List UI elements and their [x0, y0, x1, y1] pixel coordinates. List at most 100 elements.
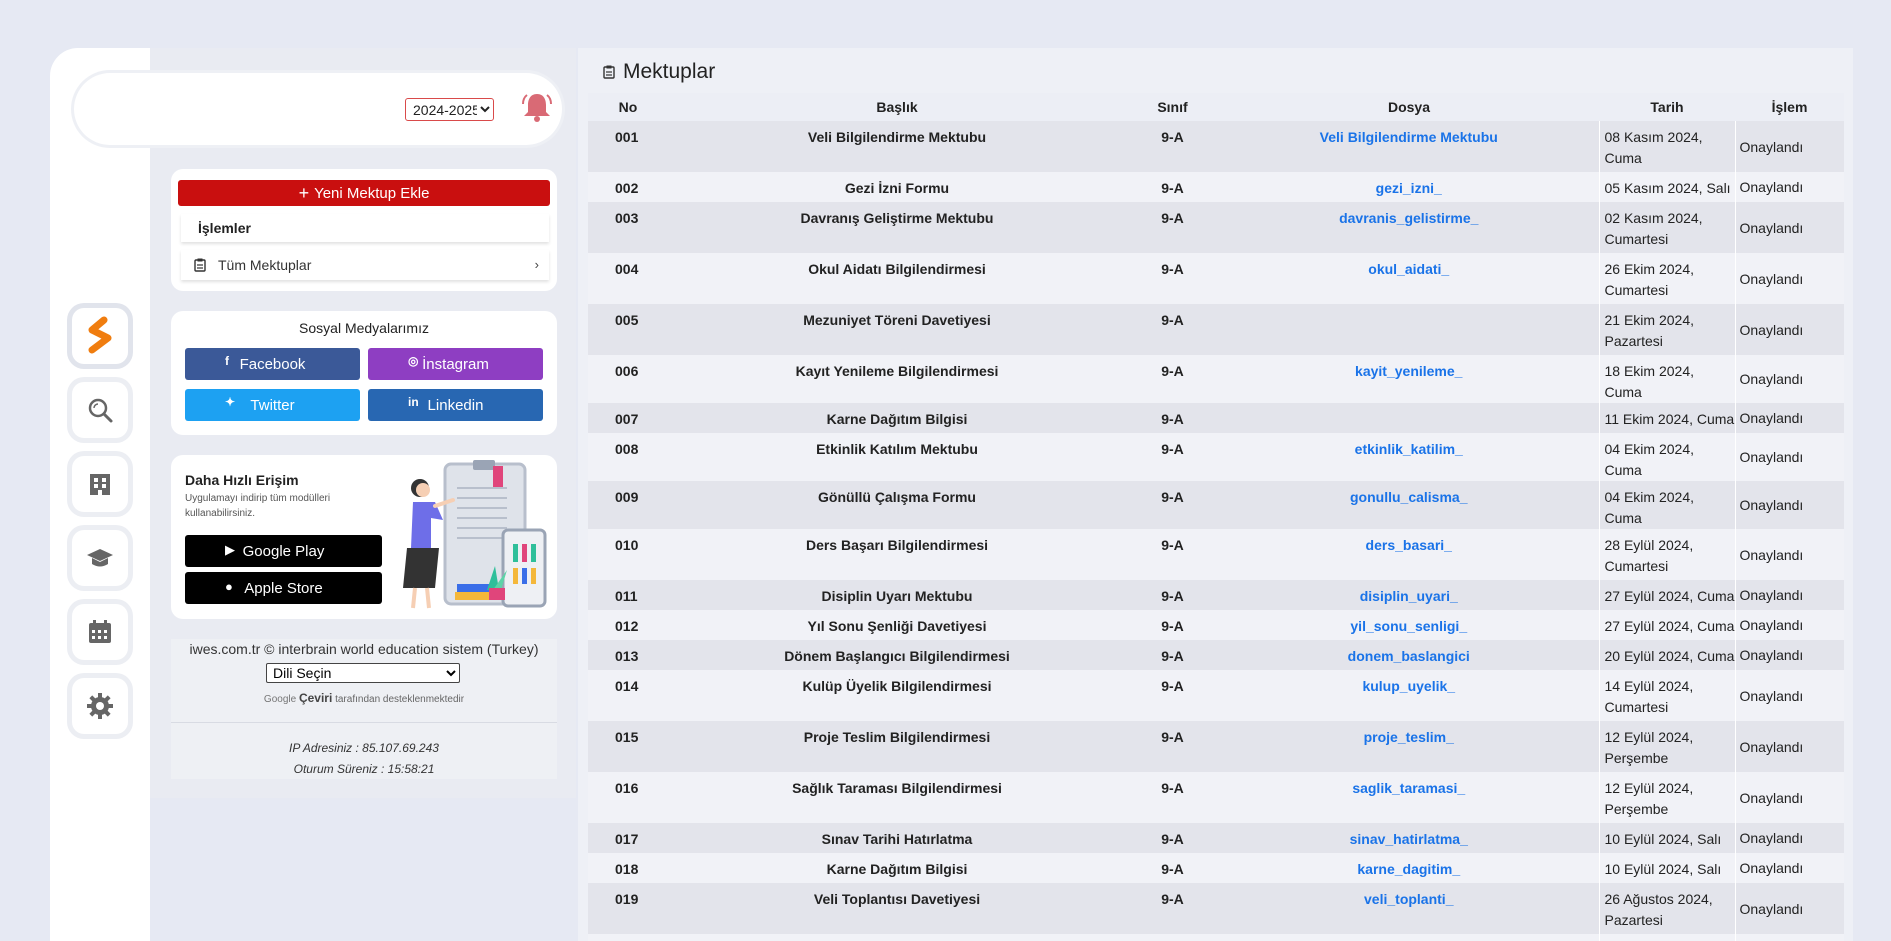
instagram-button[interactable]: ◎ İnstagram	[368, 348, 543, 380]
bell-icon[interactable]	[520, 90, 554, 124]
cell-title: Sağlık Taraması Bilgilendirmesi	[668, 772, 1126, 823]
file-link[interactable]: kayit_yenileme_	[1355, 363, 1462, 379]
date-day: Pazartesi	[1604, 912, 1663, 928]
file-link[interactable]: okul_aidati_	[1368, 261, 1449, 277]
column-header-operation: İşlem	[1735, 93, 1844, 121]
date-line: 26 Ekim 2024,	[1604, 261, 1695, 277]
file-link[interactable]: gezi_izni_	[1376, 180, 1442, 196]
table-row: 019 Veli Toplantısı Davetiyesi 9-A veli_top…	[588, 883, 1844, 934]
cell-date: 18 Ekim 2024, Cuma	[1598, 355, 1735, 403]
cell-file[interactable]: veli_toplanti_	[1219, 883, 1599, 934]
linkedin-button[interactable]: in Linkedin	[368, 389, 543, 421]
twitter-button[interactable]: ✦ Twitter	[185, 389, 360, 421]
cell-date: 05 Kasım 2024, Salı	[1598, 172, 1735, 202]
cell-date: 10 Eylül 2024, Salı	[1598, 853, 1735, 883]
cell-no: 009	[588, 481, 668, 529]
clipboard-icon	[194, 258, 206, 272]
cell-file[interactable]: davranis_gelistirme_	[1219, 202, 1599, 253]
cell-no: 019	[588, 883, 668, 934]
session-time-text: Oturum Süreniz : 15:58:21	[293, 762, 435, 776]
file-link[interactable]: karne_dagitim_	[1357, 861, 1460, 877]
cell-class: 9-A	[1126, 610, 1219, 640]
date-line: 02 Kasım 2024,	[1604, 210, 1703, 226]
social-title: Sosyal Medyalarımız	[299, 320, 429, 336]
apple-icon: ●	[225, 579, 233, 594]
cell-file[interactable]: gezi_izni_	[1219, 172, 1599, 202]
cell-class: 9-A	[1126, 640, 1219, 670]
cell-status: Onaylandı	[1734, 304, 1844, 355]
cell-file[interactable]: kayit_yenileme_	[1219, 355, 1599, 403]
cell-class: 9-A	[1126, 481, 1219, 529]
cell-no: 018	[588, 853, 668, 883]
cell-class: 9-A	[1126, 853, 1219, 883]
rail-building-button[interactable]	[72, 456, 128, 512]
cell-no: 010	[588, 529, 668, 580]
cell-file[interactable]: etkinlik_katilim_	[1219, 433, 1599, 481]
cell-date: 12 Eylül 2024, Perşembe	[1598, 772, 1735, 823]
cell-file[interactable]: gonullu_calisma_	[1219, 481, 1599, 529]
cell-file[interactable]: yil_sonu_senligi_	[1219, 610, 1599, 640]
file-link[interactable]: veli_toplanti_	[1364, 891, 1453, 907]
chevron-right-icon: ›	[534, 257, 539, 272]
calendar-icon	[89, 620, 111, 643]
cell-no: 015	[588, 721, 668, 772]
facebook-button[interactable]: f Facebook	[185, 348, 360, 380]
file-link[interactable]: etkinlik_katilim_	[1355, 441, 1463, 457]
search-icon	[88, 398, 113, 423]
all-letters-menu-item[interactable]: Tüm Mektuplar ›	[181, 250, 549, 280]
file-link[interactable]: gonullu_calisma_	[1350, 489, 1467, 505]
cell-file[interactable]: karne_dagitim_	[1219, 853, 1599, 883]
new-letter-button[interactable]: + Yeni Mektup Ekle	[178, 180, 550, 206]
file-link[interactable]: ders_basari_	[1366, 537, 1452, 553]
cell-file[interactable]: ders_basari_	[1219, 529, 1599, 580]
file-link[interactable]: Veli Bilgilendirme Mektubu	[1320, 129, 1498, 145]
file-link[interactable]: saglik_taramasi_	[1352, 780, 1465, 796]
cell-file[interactable]: saglik_taramasi_	[1219, 772, 1599, 823]
cell-file[interactable]: disiplin_uyari_	[1219, 580, 1599, 610]
language-select[interactable]: Dili Seçin	[266, 663, 460, 683]
rail-calendar-button[interactable]	[72, 604, 128, 660]
file-link[interactable]: yil_sonu_senligi_	[1350, 618, 1467, 634]
table-row: 002 Gezi İzni Formu 9-A gezi_izni_ 05 Kasım …	[588, 172, 1844, 202]
cell-file	[1219, 403, 1599, 433]
table-row: 010 Ders Başarı Bilgilendirmesi 9-A ders_ba…	[588, 529, 1844, 580]
translate-link[interactable]: Çeviri	[299, 691, 332, 705]
file-link[interactable]: davranis_gelistirme_	[1339, 210, 1478, 226]
file-link[interactable]: proje_teslim_	[1364, 729, 1454, 745]
cell-class: 9-A	[1126, 433, 1219, 481]
date-line: 21 Ekim 2024,	[1604, 312, 1695, 328]
cell-file[interactable]: proje_teslim_	[1219, 721, 1599, 772]
cell-date: 04 Ekim 2024, Cuma	[1598, 433, 1735, 481]
date-line: 11 Ekim 2024, Cuma	[1604, 411, 1735, 427]
cell-file[interactable]: donem_baslangici	[1219, 640, 1599, 670]
date-line: 27 Eylül 2024, Cuma	[1604, 618, 1735, 634]
table-row: 004 Okul Aidatı Bilgilendirmesi 9-A okul_ai…	[588, 253, 1844, 304]
footer	[171, 639, 557, 779]
cell-file[interactable]: kulup_uyelik_	[1219, 670, 1599, 721]
copyright-text: iwes.com.tr © interbrain world education…	[189, 641, 539, 657]
year-select[interactable]: 2024-2025	[405, 98, 494, 121]
cell-title: Dönem Başlangıcı Bilgilendirmesi	[668, 640, 1126, 670]
file-link[interactable]: sinav_hatirlatma_	[1350, 831, 1468, 847]
brand-logo-button[interactable]	[72, 308, 128, 364]
date-line: 14 Eylül 2024,	[1604, 678, 1694, 694]
google-play-button[interactable]: ▶ Google Play	[185, 535, 382, 567]
file-link[interactable]: kulup_uyelik_	[1362, 678, 1455, 694]
file-link[interactable]: donem_baslangici	[1348, 648, 1470, 664]
cell-file[interactable]: okul_aidati_	[1219, 253, 1599, 304]
apple-store-button[interactable]: ● Apple Store	[185, 572, 382, 604]
file-link[interactable]: disiplin_uyari_	[1360, 588, 1458, 604]
rail-settings-button[interactable]	[72, 678, 128, 734]
column-header-title: Başlık	[668, 93, 1126, 121]
cell-class: 9-A	[1126, 403, 1219, 433]
date-day: Perşembe	[1604, 750, 1669, 766]
cell-file[interactable]: odev_teslimat_	[1219, 934, 1599, 941]
cell-file[interactable]: Veli Bilgilendirme Mektubu	[1219, 121, 1599, 172]
rail-education-button[interactable]	[72, 530, 128, 586]
rail-search-button[interactable]	[72, 382, 128, 438]
cell-date: 10 Eylül 2024, Salı	[1598, 823, 1735, 853]
cell-file[interactable]: sinav_hatirlatma_	[1219, 823, 1599, 853]
cell-title: Ders Başarı Bilgilendirmesi	[668, 529, 1126, 580]
cell-status: Onaylandı	[1734, 403, 1844, 433]
cell-class: 9-B	[1126, 934, 1219, 941]
